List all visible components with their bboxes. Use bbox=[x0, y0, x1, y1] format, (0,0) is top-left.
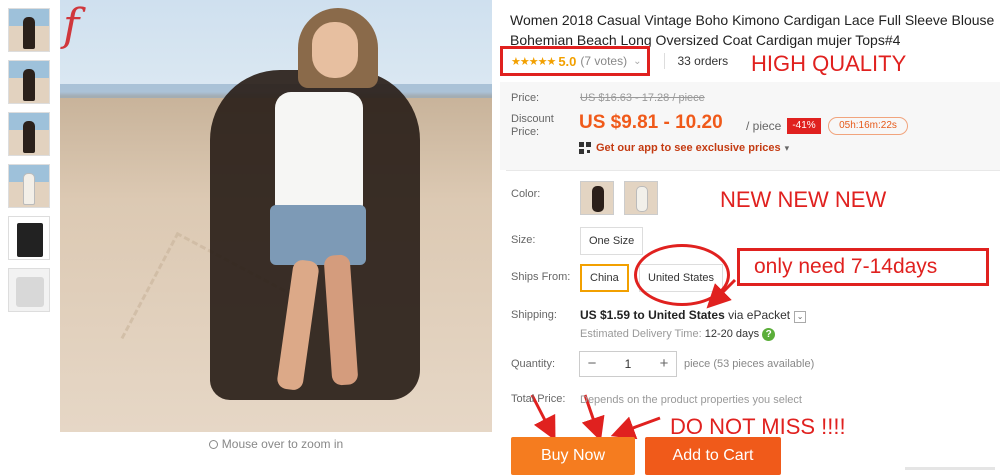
thumbnail-6[interactable] bbox=[8, 268, 50, 312]
size-label: Size: bbox=[511, 234, 536, 246]
thumbnail-1[interactable] bbox=[8, 8, 50, 52]
quantity-stepper: − 1 + bbox=[579, 351, 677, 377]
vote-count: (7 votes) bbox=[580, 54, 628, 68]
zoom-hint: Mouse over to zoom in bbox=[60, 437, 492, 451]
annotation-arrow bbox=[610, 416, 661, 440]
original-price: US $16.63 - 17.28 / piece bbox=[580, 92, 705, 104]
qr-code-icon bbox=[579, 142, 591, 154]
quantity-decrease-button[interactable]: − bbox=[580, 352, 604, 376]
discount-price: US $9.81 - 10.20 bbox=[579, 112, 723, 133]
size-option-one-size[interactable]: One Size bbox=[580, 227, 644, 255]
rating-score: 5.0 bbox=[558, 53, 577, 69]
total-price-label: Total Price: bbox=[511, 393, 566, 405]
caret-down-icon: ▾ bbox=[784, 142, 790, 153]
store-logo: f bbox=[63, 0, 80, 51]
countdown-timer: 05h:16m:22s bbox=[828, 117, 908, 135]
quantity-increase-button[interactable]: + bbox=[652, 352, 676, 376]
rating-row: ★★★★★ 5.0 (7 votes) ⌄ 33 orders bbox=[500, 46, 728, 76]
annotation-circle bbox=[634, 244, 730, 306]
divider bbox=[905, 467, 995, 470]
quantity-input[interactable]: 1 bbox=[604, 352, 652, 376]
order-count: 33 orders bbox=[664, 53, 728, 69]
thumbnail-5[interactable] bbox=[8, 216, 50, 260]
color-label: Color: bbox=[511, 188, 541, 200]
quantity-available: piece (53 pieces available) bbox=[684, 358, 815, 370]
shipping-label: Shipping: bbox=[511, 309, 557, 321]
price-label: Price: bbox=[511, 92, 540, 104]
help-icon[interactable]: ? bbox=[762, 328, 776, 341]
main-product-image[interactable] bbox=[60, 0, 492, 432]
thumbnail-3[interactable] bbox=[8, 112, 50, 156]
annotation-do-not-miss: DO NOT MISS !!!! bbox=[670, 414, 846, 439]
product-title: Women 2018 Casual Vintage Boho Kimono Ca… bbox=[510, 12, 995, 48]
color-option-black[interactable] bbox=[580, 181, 614, 215]
thumbnail-4[interactable] bbox=[8, 164, 50, 208]
discount-label: Discount Price: bbox=[511, 113, 554, 138]
buy-now-button[interactable]: Buy Now bbox=[511, 437, 635, 475]
annotation-high-quality: HIGH QUALITY bbox=[751, 51, 907, 76]
quantity-label: Quantity: bbox=[511, 358, 556, 370]
star-rating-icon: ★★★★★ bbox=[511, 55, 556, 68]
delivery-estimate: Estimated Delivery Time: 12-20 days? bbox=[580, 328, 776, 341]
shipping-summary: US $1.59 to United States via ePacket ⌄ bbox=[580, 308, 807, 323]
add-to-cart-button[interactable]: Add to Cart bbox=[645, 437, 781, 475]
annotation-ship-days: only need 7-14days bbox=[737, 248, 989, 286]
per-piece-unit: / piece bbox=[746, 119, 782, 133]
rating-summary[interactable]: ★★★★★ 5.0 (7 votes) ⌄ bbox=[500, 46, 651, 76]
magnifier-icon bbox=[208, 440, 218, 449]
shipping-dropdown-icon[interactable]: ⌄ bbox=[794, 311, 807, 323]
annotation-new: NEW NEW NEW bbox=[720, 187, 887, 212]
thumbnail-2[interactable] bbox=[8, 60, 50, 104]
ships-from-china[interactable]: China bbox=[580, 264, 629, 292]
ships-from-label: Ships From: bbox=[511, 271, 571, 283]
chevron-down-icon: ⌄ bbox=[633, 55, 642, 67]
total-price-note: Depends on the product properties you se… bbox=[580, 394, 802, 406]
color-option-white[interactable] bbox=[624, 181, 658, 215]
app-price-link[interactable]: Get our app to see exclusive prices ▾ bbox=[579, 142, 789, 154]
divider bbox=[506, 170, 1000, 171]
thumbnail-list bbox=[8, 8, 50, 320]
discount-badge: -41% bbox=[787, 118, 821, 134]
